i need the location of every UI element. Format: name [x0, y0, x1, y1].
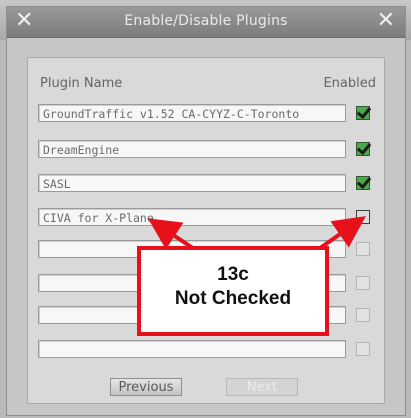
enabled-checkbox-disabled [356, 342, 370, 356]
enabled-checkbox-disabled [356, 276, 370, 290]
enabled-checkbox-unchecked[interactable] [356, 210, 370, 224]
title-bar[interactable]: ✕ Enable/Disable Plugins ✕ [7, 7, 405, 38]
annotation-callout: 13c Not Checked [137, 246, 329, 336]
annotation-text: Not Checked [174, 288, 292, 309]
previous-button[interactable]: Previous [110, 378, 182, 396]
window-title: Enable/Disable Plugins [124, 13, 288, 29]
plugin-name-field [38, 340, 346, 358]
plugin-name-field: CIVA for X-Plane [38, 208, 346, 226]
column-header-plugin-name: Plugin Name [40, 76, 123, 91]
enabled-checkbox-disabled [356, 242, 370, 256]
enabled-checkbox-disabled [356, 308, 370, 322]
plugin-list-panel: Plugin Name Enabled GroundTraffic v1.52 … [27, 57, 385, 404]
plugin-name-field: SASL [38, 174, 346, 192]
plugins-dialog: ✕ Enable/Disable Plugins ✕ Plugin Name E… [6, 6, 406, 416]
enabled-checkbox-checked[interactable] [356, 106, 370, 120]
column-header-enabled: Enabled [323, 76, 376, 91]
next-button: Next [226, 378, 298, 396]
enabled-checkbox-checked[interactable] [356, 176, 370, 190]
plugin-name-field: DreamEngine [38, 140, 346, 158]
close-icon[interactable]: ✕ [377, 9, 395, 33]
enabled-checkbox-checked[interactable] [356, 142, 370, 156]
annotation-step-label: 13c [217, 264, 249, 285]
plugin-name-field: GroundTraffic v1.52 CA-CYYZ-C-Toronto [38, 104, 346, 122]
